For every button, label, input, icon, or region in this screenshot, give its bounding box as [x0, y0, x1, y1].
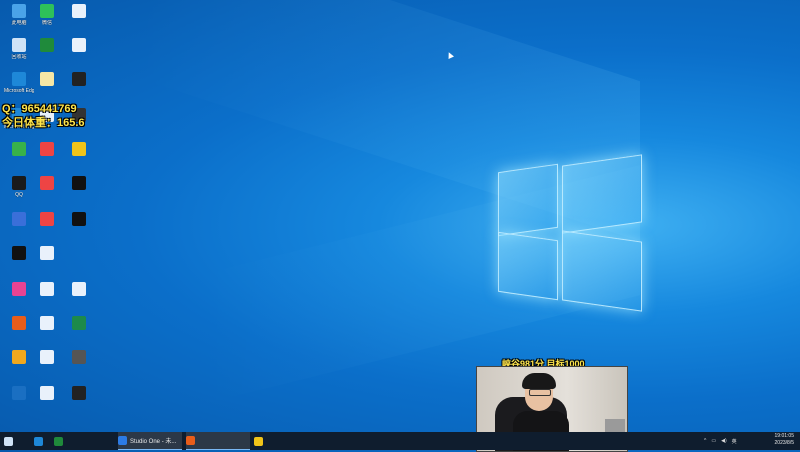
- desktop-icon[interactable]: [32, 246, 62, 279]
- desktop-icon[interactable]: [4, 386, 34, 419]
- search-icon: [72, 142, 86, 156]
- desktop-icon[interactable]: [4, 246, 34, 279]
- app-icon: [12, 246, 26, 260]
- taskbar: Studio One - 未... ^ ▭ ◀) 英 19:01:05 2023…: [0, 432, 800, 450]
- taskbar-item[interactable]: [186, 432, 250, 450]
- desktop-icon[interactable]: [32, 282, 62, 315]
- desktop-icon[interactable]: [64, 246, 94, 279]
- phone-icon: [40, 142, 54, 156]
- app-icon: [12, 142, 26, 156]
- windows-logo: [498, 154, 642, 312]
- volume-icon[interactable]: ◀): [721, 438, 727, 444]
- computer-icon: [12, 4, 26, 18]
- document-icon: [40, 386, 54, 400]
- desktop-icon[interactable]: [64, 38, 94, 71]
- app-icon: [12, 212, 26, 226]
- app-icon: [54, 436, 63, 446]
- tiktok-icon: [72, 176, 86, 190]
- taskbar-item[interactable]: [34, 432, 50, 450]
- studio-one-icon: [118, 436, 127, 445]
- desktop-icon[interactable]: [64, 176, 94, 209]
- taskbar-item[interactable]: [254, 432, 294, 450]
- taskbar-item-label: Studio One - 未...: [130, 439, 177, 445]
- document-icon: [72, 38, 86, 52]
- desktop-icon[interactable]: [32, 212, 62, 245]
- wechat-icon: [40, 4, 54, 18]
- desktop-icon[interactable]: [32, 142, 62, 175]
- desktop-icon[interactable]: [64, 282, 94, 315]
- taskbar-clock[interactable]: 19:01:05 2023/8/5: [775, 433, 794, 447]
- document-icon: [72, 350, 86, 364]
- weight-overlay: 今日体重：165.6: [2, 117, 85, 129]
- desktop-icon[interactable]: [4, 282, 34, 315]
- desktop-icon[interactable]: [32, 316, 62, 349]
- desktop-icon[interactable]: [4, 316, 34, 349]
- desktop-icon[interactable]: [64, 350, 94, 383]
- chevron-up-icon[interactable]: ^: [704, 438, 706, 444]
- windows-logo-pane: [562, 230, 642, 312]
- app-icon: [12, 350, 26, 364]
- network-icon[interactable]: ▭: [711, 438, 716, 444]
- desktop-icon[interactable]: [64, 4, 94, 37]
- desktop-icon[interactable]: [32, 350, 62, 383]
- app-icon: [40, 38, 54, 52]
- desktop-icon[interactable]: [4, 350, 34, 383]
- desktop-icon-label: 此电脑: [11, 20, 27, 26]
- desktop-icon[interactable]: 微信: [32, 4, 62, 37]
- desktop-icon[interactable]: 此电脑: [4, 4, 34, 37]
- document-icon: [72, 4, 86, 18]
- app-icon: [72, 212, 86, 226]
- desktop-icon[interactable]: [32, 386, 62, 419]
- phone-icon: [40, 176, 54, 190]
- desktop-icon[interactable]: [64, 212, 94, 245]
- desktop-icon[interactable]: [32, 176, 62, 209]
- terminal-icon: [72, 72, 86, 86]
- windows-logo-pane: [562, 154, 642, 234]
- edge-icon: [34, 436, 43, 446]
- taskbar-item[interactable]: [54, 432, 114, 450]
- taskbar-item[interactable]: [4, 432, 22, 450]
- system-tray[interactable]: ^ ▭ ◀) 英: [704, 432, 737, 450]
- taskbar-item[interactable]: Studio One - 未...: [118, 432, 182, 450]
- webcam-person-glasses: [529, 389, 551, 396]
- desktop-icon[interactable]: 回收站: [4, 38, 34, 71]
- document-icon: [40, 246, 54, 260]
- windows-logo-pane: [498, 231, 558, 301]
- document-icon: [40, 350, 54, 364]
- desktop-icon[interactable]: [4, 142, 34, 175]
- terminal-icon: [72, 386, 86, 400]
- desktop: 此电脑微信回收站Microsoft EdgeMicrosoft EdgeQQ Q…: [0, 0, 800, 432]
- phone-icon: [40, 212, 54, 226]
- webcam-person-hair: [522, 373, 556, 389]
- clock-date: 2023/8/5: [774, 440, 794, 446]
- desktop-icon[interactable]: QQ: [4, 176, 34, 209]
- edge-icon: [12, 72, 26, 86]
- input-method-indicator[interactable]: 英: [732, 438, 737, 445]
- app-icon: [12, 316, 26, 330]
- document-icon: [40, 72, 54, 86]
- desktop-icon-label: QQ: [15, 192, 23, 198]
- document-icon: [40, 316, 54, 330]
- clock-time: 19:01:05: [774, 433, 794, 439]
- windows-logo-pane: [498, 163, 558, 237]
- desktop-icon[interactable]: [4, 212, 34, 245]
- desktop-icon-label: 回收站: [11, 54, 27, 60]
- app-icon: [12, 386, 26, 400]
- app-icon: [12, 282, 26, 296]
- qq-icon: [12, 176, 26, 190]
- recycle-bin-icon: [12, 38, 26, 52]
- windows-start-icon: [4, 436, 13, 446]
- desktop-icon[interactable]: [64, 316, 94, 349]
- desktop-icon[interactable]: [64, 386, 94, 419]
- excel-icon: [72, 316, 86, 330]
- desktop-icon[interactable]: [32, 38, 62, 71]
- desktop-icon[interactable]: [64, 142, 94, 175]
- desktop-icon-label: 微信: [41, 20, 52, 26]
- document-icon: [72, 282, 86, 296]
- desktop-icon-label: Microsoft Edge: [4, 88, 34, 94]
- document-icon: [40, 282, 54, 296]
- app-icon: [254, 436, 263, 446]
- app-icon: [186, 436, 195, 445]
